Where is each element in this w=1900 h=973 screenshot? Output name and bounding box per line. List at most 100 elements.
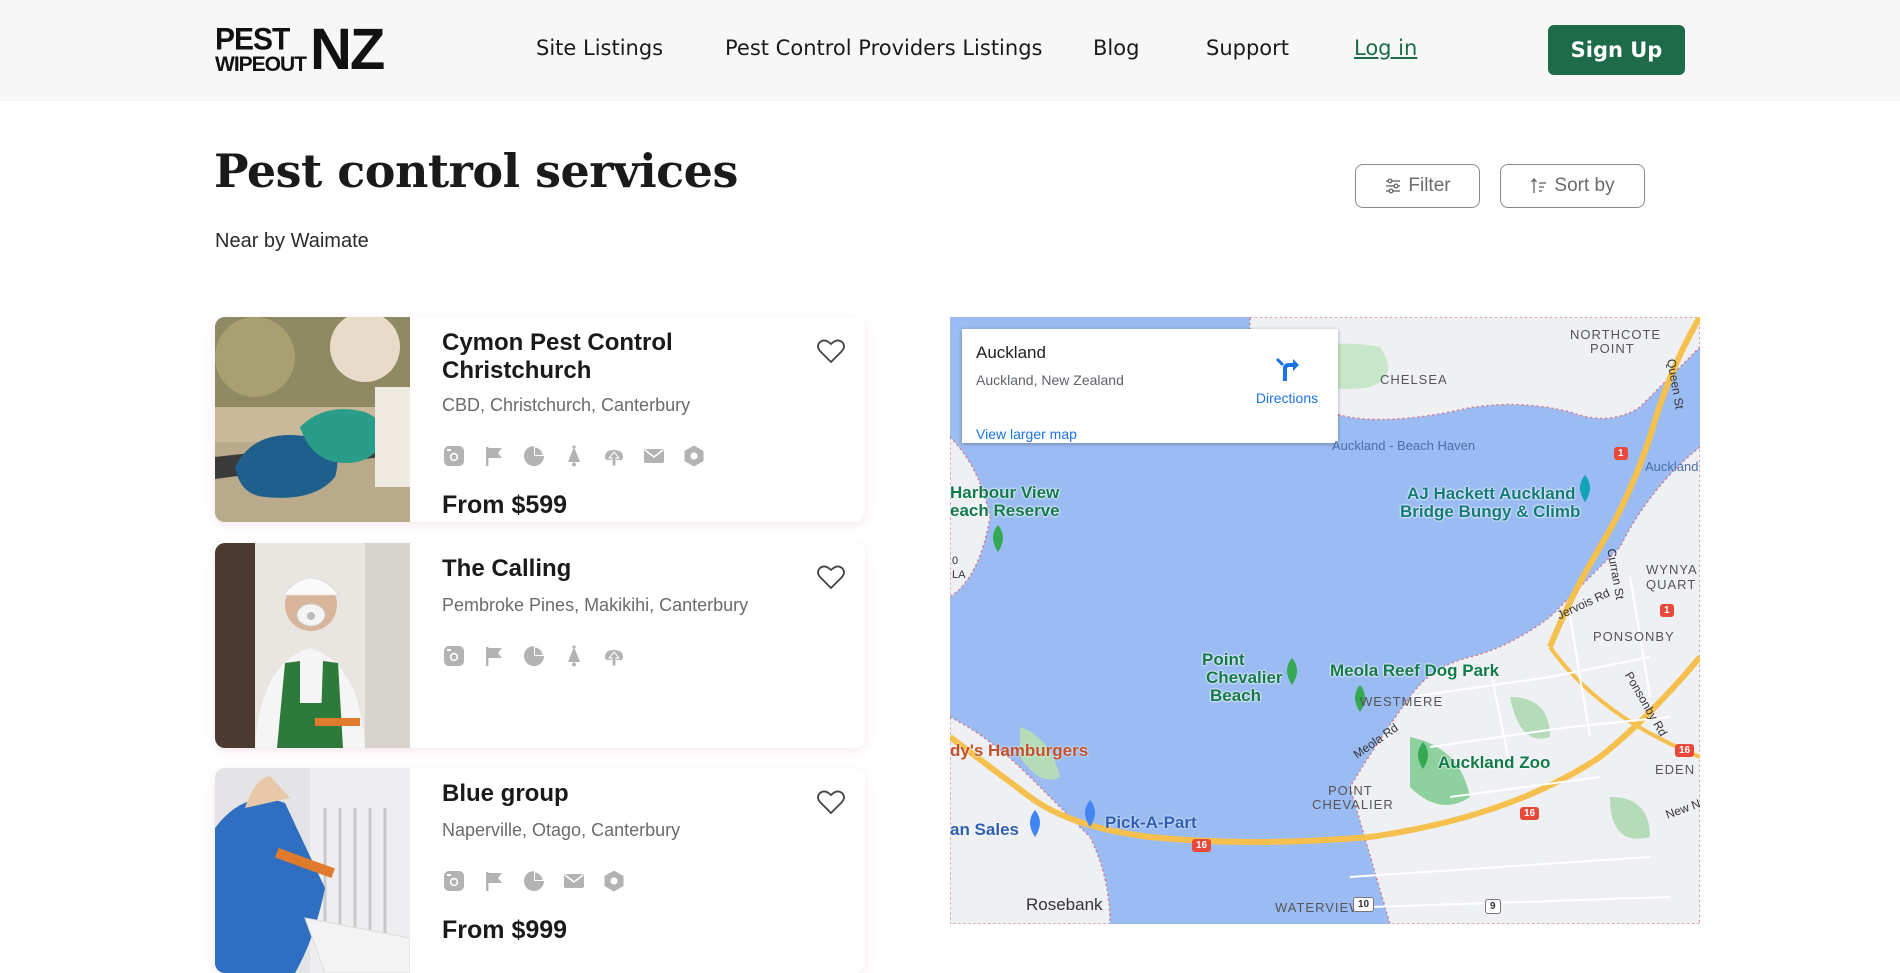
map-label-chelsea: CHELSEA (1380, 372, 1448, 387)
logo-nz-text: NZ (310, 17, 385, 82)
logo-wordmark: PEST WIPEOUT (215, 22, 307, 76)
logo-bottom-text: WIPEOUT (215, 53, 307, 76)
sliders-icon (1386, 178, 1401, 194)
bell-icon (562, 644, 586, 668)
mail-icon (562, 869, 586, 893)
filter-button[interactable]: Filter (1355, 164, 1480, 208)
filter-label: Filter (1408, 175, 1451, 196)
favorite-heart-icon[interactable] (815, 561, 847, 593)
map-label-hamburgers: dy's Hamburgers (950, 741, 1089, 760)
listing-photo-cleaning-glove (215, 317, 410, 522)
top-navigation-bar: PEST WIPEOUT NZ Site Listings Pest Contr… (0, 0, 1900, 101)
map-label-an-sales: an Sales (950, 820, 1019, 839)
listing-price: From $599 (442, 491, 568, 519)
map-label-meola-reef: Meola Reef Dog Park (1330, 661, 1500, 680)
listing-photo-blue-worker (215, 768, 410, 973)
listing-name[interactable]: Blue group (442, 780, 772, 808)
highway-shield-16: 16 (1192, 839, 1212, 852)
map-label-aj-hackett: AJ Hackett Auckland (1407, 484, 1576, 503)
map-label-edge-zero: 0 (952, 555, 959, 567)
instagram-icon (442, 444, 466, 468)
listing-feature-icons (442, 644, 626, 668)
flag-icon (482, 869, 506, 893)
page-title: Pest control services (214, 144, 738, 198)
upload-icon (602, 644, 626, 668)
logo-top-text: PEST (215, 22, 290, 57)
map-label-pick-a-part: Pick-A-Part (1105, 813, 1197, 832)
highway-shield-16c: 16 (1675, 744, 1695, 757)
flag-icon (482, 444, 506, 468)
site-logo[interactable]: PEST WIPEOUT NZ (215, 17, 385, 82)
listing-price: From $999 (442, 916, 568, 944)
listing-card[interactable]: The Calling Pembroke Pines, Makikihi, Ca… (215, 543, 865, 748)
map-label-northcote: NORTHCOTE (1570, 327, 1662, 342)
sort-button[interactable]: Sort by (1500, 164, 1645, 208)
listing-location: Pembroke Pines, Makikihi, Canterbury (442, 595, 749, 615)
embedded-map[interactable]: Auckland Auckland, New Zealand Direction… (950, 317, 1700, 924)
map-label-point-chevalier-beach-3: Beach (1210, 686, 1262, 705)
signup-button[interactable]: Sign Up (1548, 25, 1685, 75)
map-place-address: Auckland, New Zealand (976, 372, 1124, 388)
view-larger-map-link[interactable]: View larger map (976, 426, 1077, 442)
map-label-auckland-ferry: Auckland - (1645, 459, 1700, 474)
map-place-name: Auckland (976, 343, 1046, 362)
map-label-auckland-zoo: Auckland Zoo (1438, 753, 1551, 772)
map-label-point-chevalier-beach-2: Chevalier (1206, 668, 1283, 687)
highway-shield-1b: 1 (1660, 604, 1674, 617)
map-label-harbour-view: Harbour View (950, 483, 1060, 502)
route-shield-9: 9 (1485, 899, 1501, 914)
listing-name[interactable]: The Calling (442, 555, 772, 583)
hexagon-icon (602, 869, 626, 893)
highway-shield-1: 1 (1614, 447, 1628, 460)
sort-label: Sort by (1554, 175, 1615, 196)
highway-shield-16b: 16 (1520, 807, 1540, 820)
map-label-waterview: WATERVIEW (1275, 900, 1363, 915)
map-label-northcote-point: POINT (1590, 341, 1635, 356)
map-label-point-chevalier-2: CHEVALIER (1312, 797, 1394, 812)
pie-chart-icon (522, 444, 546, 468)
nav-site-listings[interactable]: Site Listings (536, 36, 663, 60)
hexagon-icon (682, 444, 706, 468)
map-label-point-chevalier-beach-1: Point (1202, 650, 1245, 669)
map-place-card: Auckland Auckland, New Zealand Direction… (962, 329, 1338, 443)
directions-icon (1275, 357, 1299, 381)
map-label-point-chevalier-1: POINT (1328, 783, 1373, 798)
listing-card[interactable]: Cymon Pest Control Christchurch CBD, Chr… (215, 317, 865, 522)
map-label-edge-la: LA (952, 569, 966, 581)
flag-icon (482, 644, 506, 668)
instagram-icon (442, 869, 466, 893)
map-label-eden: EDEN (1655, 762, 1696, 777)
pie-chart-icon (522, 644, 546, 668)
nav-pest-control-providers[interactable]: Pest Control Providers Listings (725, 36, 1042, 60)
bell-icon (562, 444, 586, 468)
mail-icon (642, 444, 666, 468)
instagram-icon (442, 644, 466, 668)
sort-icon (1531, 177, 1547, 193)
pie-chart-icon (522, 869, 546, 893)
map-label-rosebank: Rosebank (1026, 895, 1103, 914)
map-label-ponsonby: PONSONBY (1593, 629, 1675, 644)
login-link[interactable]: Log in (1354, 36, 1417, 60)
nav-support[interactable]: Support (1206, 36, 1289, 60)
listing-feature-icons (442, 869, 626, 893)
listing-location: CBD, Christchurch, Canterbury (442, 395, 691, 415)
map-label-bridge-bungy: Bridge Bungy & Climb (1400, 502, 1581, 521)
listing-feature-icons (442, 444, 706, 468)
listing-card[interactable]: Blue group Naperville, Otago, Canterbury… (215, 768, 865, 973)
location-subtitle: Near by Waimate (215, 230, 369, 252)
listing-photo-pest-worker (215, 543, 410, 748)
listing-name[interactable]: Cymon Pest Control Christchurch (442, 329, 772, 385)
map-label-harbour-view-reserve: each Reserve (950, 501, 1060, 520)
map-label-westmere: WESTMERE (1360, 694, 1444, 709)
map-label-wynyard-quarter: QUART (1646, 577, 1697, 592)
route-shield-10: 10 (1353, 897, 1375, 912)
directions-label: Directions (1255, 390, 1319, 406)
map-label-beach-haven-ferry: Auckland - Beach Haven (1332, 438, 1476, 453)
favorite-heart-icon[interactable] (815, 786, 847, 818)
directions-button[interactable]: Directions (1242, 355, 1332, 406)
nav-blog[interactable]: Blog (1093, 36, 1139, 60)
favorite-heart-icon[interactable] (815, 335, 847, 367)
map-label-wynyard: WYNYA (1646, 562, 1698, 577)
upload-icon (602, 444, 626, 468)
listing-location: Naperville, Otago, Canterbury (442, 820, 681, 840)
